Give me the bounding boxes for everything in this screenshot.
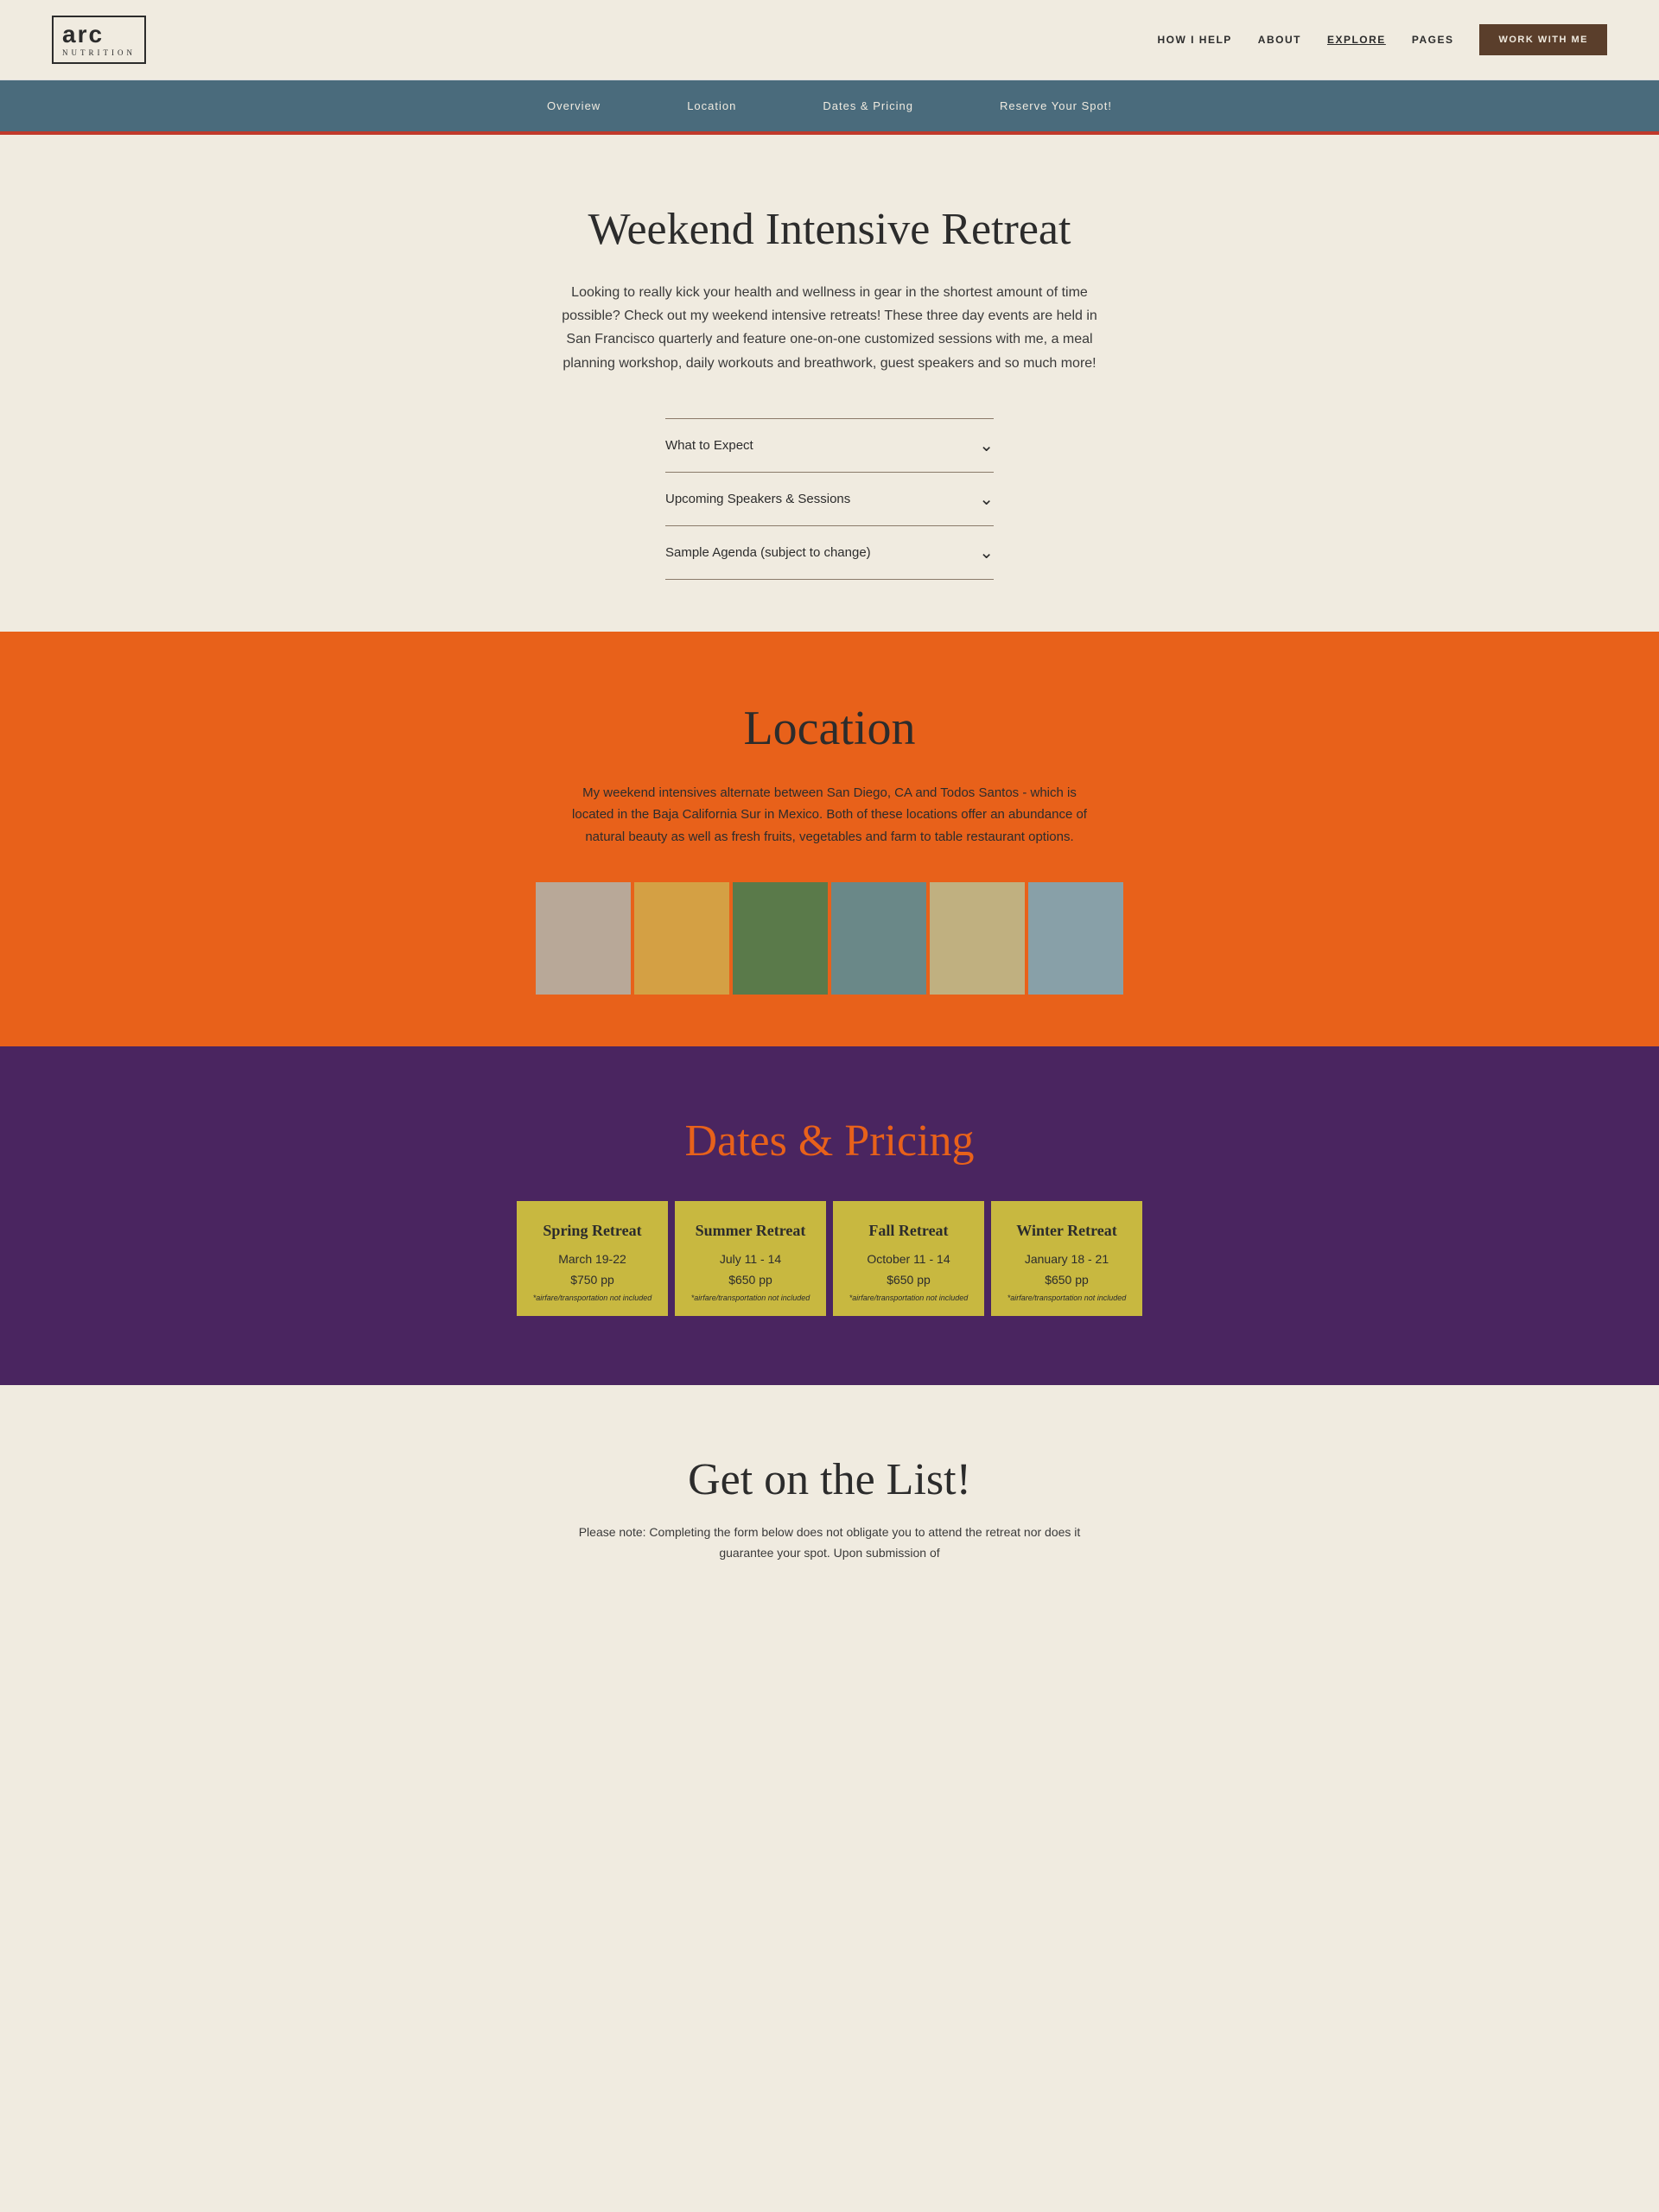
location-photo-4 <box>831 882 926 995</box>
sub-navigation: Overview Location Dates & Pricing Reserv… <box>0 80 1659 135</box>
chevron-down-icon-1: ⌄ <box>979 435 994 456</box>
location-section: Location My weekend intensives alternate… <box>0 632 1659 1047</box>
getlist-description: Please note: Completing the form below d… <box>562 1522 1097 1564</box>
nav-explore[interactable]: EXPLORE <box>1327 34 1386 46</box>
subnav-reserve[interactable]: Reserve Your Spot! <box>1000 99 1112 112</box>
fall-name: Fall Retreat <box>847 1222 970 1240</box>
location-photo-1 <box>536 882 631 995</box>
accordion-label-2: Upcoming Speakers & Sessions <box>665 492 850 506</box>
location-photo-5 <box>930 882 1025 995</box>
winter-name: Winter Retreat <box>1005 1222 1128 1240</box>
location-photo-grid <box>527 882 1132 995</box>
top-navigation: arc NUTRITION HOW I HELP ABOUT EXPLORE P… <box>0 0 1659 80</box>
retreat-card-summer: Summer Retreat July 11 - 14 $650 pp *air… <box>675 1201 826 1316</box>
accordion-item-speakers[interactable]: Upcoming Speakers & Sessions ⌄ <box>665 472 994 525</box>
location-title: Location <box>17 701 1642 756</box>
retreat-card-spring: Spring Retreat March 19-22 $750 pp *airf… <box>517 1201 668 1316</box>
getlist-title: Get on the List! <box>17 1454 1642 1505</box>
accordion-item-what-to-expect[interactable]: What to Expect ⌄ <box>665 418 994 472</box>
dates-pricing-section: Dates & Pricing Spring Retreat March 19-… <box>0 1046 1659 1385</box>
fall-date: October 11 - 14 <box>847 1252 970 1266</box>
nav-links: HOW I HELP ABOUT EXPLORE PAGES WORK WITH… <box>1157 24 1607 55</box>
subnav-dates-pricing[interactable]: Dates & Pricing <box>823 99 913 112</box>
location-photo-3 <box>733 882 828 995</box>
spring-date: March 19-22 <box>531 1252 654 1266</box>
nav-about[interactable]: ABOUT <box>1258 34 1301 46</box>
work-with-me-button[interactable]: WORK WITH ME <box>1479 24 1607 55</box>
accordion-item-agenda[interactable]: Sample Agenda (subject to change) ⌄ <box>665 525 994 580</box>
location-photo-6 <box>1028 882 1123 995</box>
location-description: My weekend intensives alternate between … <box>562 782 1097 849</box>
fall-disclaimer: *airfare/transportation not included <box>847 1294 970 1302</box>
dates-title: Dates & Pricing <box>17 1116 1642 1166</box>
summer-price: $650 pp <box>689 1273 812 1287</box>
accordion-label-3: Sample Agenda (subject to change) <box>665 545 871 560</box>
subnav-location[interactable]: Location <box>687 99 736 112</box>
hero-section: Weekend Intensive Retreat Looking to rea… <box>0 135 1659 632</box>
logo-main-text: arc <box>62 21 104 48</box>
summer-date: July 11 - 14 <box>689 1252 812 1266</box>
retreat-card-fall: Fall Retreat October 11 - 14 $650 pp *ai… <box>833 1201 984 1316</box>
winter-disclaimer: *airfare/transportation not included <box>1005 1294 1128 1302</box>
logo-sub-text: NUTRITION <box>62 48 136 57</box>
chevron-down-icon-3: ⌄ <box>979 542 994 563</box>
nav-pages[interactable]: PAGES <box>1412 34 1454 46</box>
logo-box: arc NUTRITION <box>52 16 146 64</box>
winter-date: January 18 - 21 <box>1005 1252 1128 1266</box>
subnav-overview[interactable]: Overview <box>547 99 601 112</box>
spring-name: Spring Retreat <box>531 1222 654 1240</box>
spring-disclaimer: *airfare/transportation not included <box>531 1294 654 1302</box>
retreat-cards: Spring Retreat March 19-22 $750 pp *airf… <box>501 1201 1158 1316</box>
nav-how-i-help[interactable]: HOW I HELP <box>1157 34 1231 46</box>
logo[interactable]: arc NUTRITION <box>52 16 146 64</box>
accordion: What to Expect ⌄ Upcoming Speakers & Ses… <box>665 418 994 580</box>
location-photo-2 <box>634 882 729 995</box>
chevron-down-icon-2: ⌄ <box>979 488 994 510</box>
winter-price: $650 pp <box>1005 1273 1128 1287</box>
summer-name: Summer Retreat <box>689 1222 812 1240</box>
summer-disclaimer: *airfare/transportation not included <box>689 1294 812 1302</box>
hero-title: Weekend Intensive Retreat <box>17 204 1642 255</box>
hero-description: Looking to really kick your health and w… <box>562 281 1097 375</box>
retreat-card-winter: Winter Retreat January 18 - 21 $650 pp *… <box>991 1201 1142 1316</box>
getlist-section: Get on the List! Please note: Completing… <box>0 1385 1659 1599</box>
accordion-label-1: What to Expect <box>665 438 753 453</box>
fall-price: $650 pp <box>847 1273 970 1287</box>
spring-price: $750 pp <box>531 1273 654 1287</box>
